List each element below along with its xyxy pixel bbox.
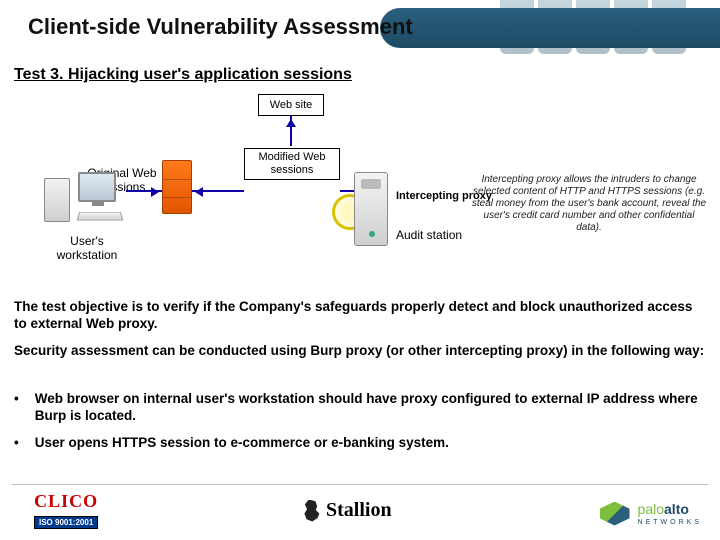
bullet-2-text: User opens HTTPS session to e-commerce o… bbox=[35, 434, 449, 451]
arrow-right-icon bbox=[126, 190, 162, 192]
footer: CLICO ISO 9001:2001 Stallion paloalto NE… bbox=[0, 484, 720, 540]
modified-sessions-box: Modified Web sessions bbox=[244, 148, 340, 180]
bullet-2: • User opens HTTPS session to e-commerce… bbox=[14, 434, 708, 451]
footer-divider bbox=[12, 484, 708, 485]
bullet-marker: • bbox=[14, 434, 19, 451]
diagram-caption: Intercepting proxy allows the intruders … bbox=[470, 174, 708, 234]
clico-wordmark: CLICO bbox=[34, 491, 98, 512]
paloalto-wordmark: paloalto NETWORKS bbox=[638, 501, 702, 526]
connector-line bbox=[340, 190, 354, 192]
horse-icon bbox=[300, 500, 322, 522]
server-icon bbox=[354, 172, 388, 246]
audit-label: Audit station bbox=[396, 228, 462, 242]
iso-badge: ISO 9001:2001 bbox=[34, 516, 98, 529]
paloalto-logo: paloalto NETWORKS bbox=[600, 501, 702, 526]
arrow-up-icon bbox=[290, 116, 292, 146]
arrow-left-icon bbox=[192, 190, 244, 192]
workstation-icon bbox=[44, 172, 124, 230]
bullet-1-text: Web browser on internal user's workstati… bbox=[35, 390, 708, 424]
stallion-wordmark: Stallion bbox=[326, 499, 392, 522]
workstation-label: User's workstation bbox=[42, 234, 132, 262]
firewall-icon bbox=[162, 160, 192, 214]
clico-logo: CLICO ISO 9001:2001 bbox=[34, 491, 98, 530]
diagram: Web site Modified Web sessions Original … bbox=[14, 94, 708, 286]
paragraph-method: Security assessment can be conducted usi… bbox=[14, 342, 708, 359]
paragraph-objective: The test objective is to verify if the C… bbox=[14, 298, 708, 332]
bullet-marker: • bbox=[14, 390, 19, 424]
paloalto-mark-icon bbox=[600, 502, 630, 526]
slide-subtitle: Test 3. Hijacking user's application ses… bbox=[14, 66, 352, 84]
slide-title: Client-side Vulnerability Assessment bbox=[28, 14, 413, 40]
stallion-logo: Stallion bbox=[300, 499, 392, 522]
website-box: Web site bbox=[258, 94, 324, 116]
header-band bbox=[380, 8, 720, 48]
bullet-1: • Web browser on internal user's worksta… bbox=[14, 390, 708, 424]
